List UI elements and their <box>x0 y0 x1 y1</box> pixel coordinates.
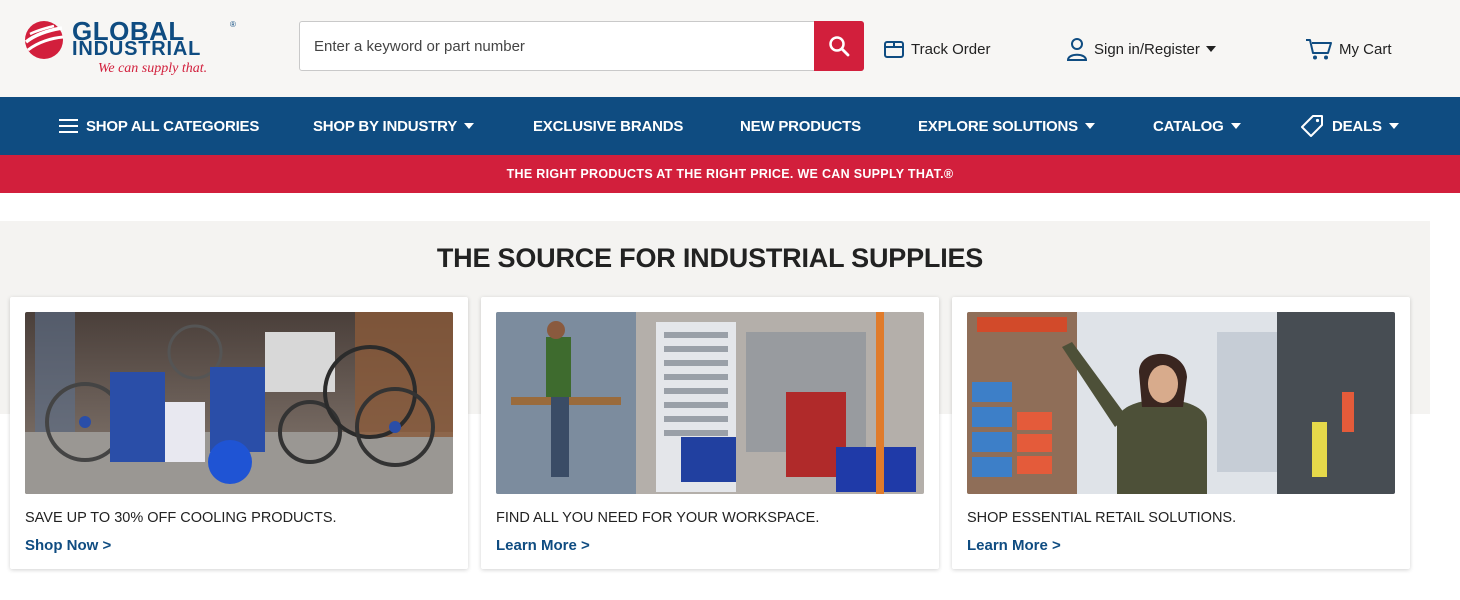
price-tag-icon <box>1301 115 1323 137</box>
track-order-link[interactable]: Track Order <box>883 36 990 62</box>
nav-new-products[interactable]: NEW PRODUCTS <box>740 97 861 155</box>
shop-now-link[interactable]: Shop Now > <box>25 537 111 554</box>
learn-more-link[interactable]: Learn More > <box>496 537 590 554</box>
site-header: GLOBAL ® INDUSTRIAL We can supply that. … <box>0 0 1460 97</box>
nav-exclusive-brands-label: EXCLUSIVE BRANDS <box>533 117 684 135</box>
nav-exclusive-brands[interactable]: EXCLUSIVE BRANDS <box>533 97 683 155</box>
logo-registered-mark: ® <box>230 20 236 29</box>
chevron-down-icon <box>1205 46 1216 52</box>
chevron-down-icon <box>464 123 475 129</box>
nav-catalog-label: CATALOG <box>1153 117 1224 135</box>
cart-icon <box>1306 39 1332 60</box>
nav-shop-by-industry-label: SHOP BY INDUSTRY <box>313 117 458 135</box>
search-input[interactable] <box>300 22 815 70</box>
logo-tagline: We can supply that. <box>98 61 208 76</box>
promo-card-workspace[interactable]: FIND ALL YOU NEED FOR YOUR WORKSPACE. Le… <box>481 297 939 569</box>
nav-catalog[interactable]: CATALOG <box>1153 97 1241 155</box>
card-description: FIND ALL YOU NEED FOR YOUR WORKSPACE. <box>496 510 820 526</box>
chevron-down-icon <box>1084 123 1095 129</box>
globe-logo-icon <box>24 21 64 59</box>
nav-deals[interactable]: DEALS <box>1300 97 1399 155</box>
search-icon <box>829 36 850 57</box>
retail-image[interactable] <box>967 312 1395 494</box>
user-icon <box>1066 38 1088 61</box>
chevron-down-icon <box>1388 123 1399 129</box>
hamburger-menu-icon <box>59 119 78 133</box>
nav-shop-all-categories[interactable]: SHOP ALL CATEGORIES <box>59 97 259 155</box>
sign-in-label: Sign in/Register <box>1094 40 1200 58</box>
workspace-image[interactable] <box>496 312 924 494</box>
cart-label: My Cart <box>1339 40 1392 58</box>
package-icon <box>884 41 904 58</box>
sign-in-menu[interactable]: Sign in/Register <box>1066 36 1216 62</box>
logo-name-line2: INDUSTRIAL <box>72 38 202 60</box>
search-button[interactable] <box>814 21 864 71</box>
nav-explore-solutions-label: EXPLORE SOLUTIONS <box>918 117 1078 135</box>
workspace-storage-illustration <box>496 312 924 494</box>
nav-new-products-label: NEW PRODUCTS <box>740 117 861 135</box>
learn-more-link[interactable]: Learn More > <box>967 537 1061 554</box>
search-bar <box>299 21 864 71</box>
promo-text: THE RIGHT PRODUCTS AT THE RIGHT PRICE. W… <box>506 167 954 181</box>
main-nav: SHOP ALL CATEGORIES SHOP BY INDUSTRY EXC… <box>0 97 1460 155</box>
cooling-products-image[interactable] <box>25 312 453 494</box>
retail-store-illustration <box>967 312 1395 494</box>
nav-shop-by-industry[interactable]: SHOP BY INDUSTRY <box>313 97 475 155</box>
nav-explore-solutions[interactable]: EXPLORE SOLUTIONS <box>918 97 1095 155</box>
warehouse-fans-illustration <box>25 312 453 494</box>
chevron-down-icon <box>1230 123 1241 129</box>
nav-shop-all-label: SHOP ALL CATEGORIES <box>86 117 260 135</box>
card-description: SHOP ESSENTIAL RETAIL SOLUTIONS. <box>967 510 1237 526</box>
cart-link[interactable]: My Cart <box>1305 36 1392 62</box>
track-order-label: Track Order <box>911 40 991 58</box>
nav-deals-label: DEALS <box>1332 117 1382 135</box>
promo-card-cooling[interactable]: SAVE UP TO 30% OFF COOLING PRODUCTS. Sho… <box>10 297 468 569</box>
promo-card-retail[interactable]: SHOP ESSENTIAL RETAIL SOLUTIONS. Learn M… <box>952 297 1410 569</box>
brand-logo[interactable]: GLOBAL ® INDUSTRIAL We can supply that. <box>24 18 244 80</box>
section-title: THE SOURCE FOR INDUSTRIAL SUPPLIES <box>436 243 984 273</box>
card-description: SAVE UP TO 30% OFF COOLING PRODUCTS. <box>25 510 337 526</box>
promo-banner: THE RIGHT PRODUCTS AT THE RIGHT PRICE. W… <box>0 155 1460 193</box>
